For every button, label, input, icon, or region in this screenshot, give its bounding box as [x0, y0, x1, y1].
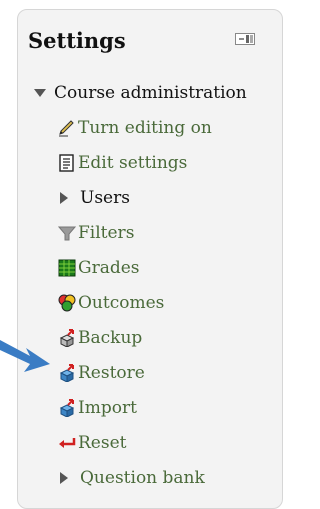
grades-label: Grades — [78, 258, 140, 278]
outcomes-icon — [58, 294, 76, 312]
course-administration-label: Course administration — [54, 83, 247, 103]
grades-link[interactable]: Grades — [58, 257, 140, 279]
restore-link[interactable]: Restore — [58, 362, 145, 384]
question-bank-node[interactable]: Question bank — [60, 467, 205, 489]
users-node[interactable]: Users — [60, 187, 130, 209]
restore-icon — [59, 364, 75, 382]
reset-link[interactable]: Reset — [58, 432, 126, 454]
edit-settings-link[interactable]: Edit settings — [58, 152, 187, 174]
reset-icon — [59, 438, 76, 448]
reset-label: Reset — [78, 433, 127, 453]
settings-tree: Course administration Turn editing on Ed… — [18, 10, 282, 508]
outcomes-label: Outcomes — [78, 293, 165, 313]
edit-settings-label: Edit settings — [78, 153, 188, 173]
filters-label: Filters — [78, 223, 135, 243]
restore-label: Restore — [78, 363, 145, 383]
import-label: Import — [78, 398, 137, 418]
edit-pencil-icon — [59, 120, 74, 137]
import-link[interactable]: Import — [58, 397, 137, 419]
users-label: Users — [80, 188, 130, 208]
course-administration-node[interactable]: Course administration — [34, 82, 247, 104]
backup-label: Backup — [78, 328, 143, 348]
outcomes-link[interactable]: Outcomes — [58, 292, 164, 314]
import-icon — [59, 399, 75, 417]
grades-icon — [58, 259, 76, 277]
turn-editing-on-label: Turn editing on — [78, 118, 212, 138]
question-bank-label: Question bank — [80, 468, 205, 488]
filters-link[interactable]: Filters — [58, 222, 134, 244]
settings-document-icon — [59, 154, 74, 172]
funnel-icon — [58, 226, 76, 241]
turn-editing-on-link[interactable]: Turn editing on — [58, 117, 212, 139]
triangle-right-icon — [60, 472, 68, 484]
backup-link[interactable]: Backup — [58, 327, 142, 349]
backup-icon — [59, 329, 75, 347]
settings-block: Settings Course administration Turn edit… — [17, 9, 283, 509]
triangle-down-icon — [34, 89, 46, 97]
triangle-right-icon — [60, 192, 68, 204]
pointer-arrow-icon — [0, 340, 50, 372]
